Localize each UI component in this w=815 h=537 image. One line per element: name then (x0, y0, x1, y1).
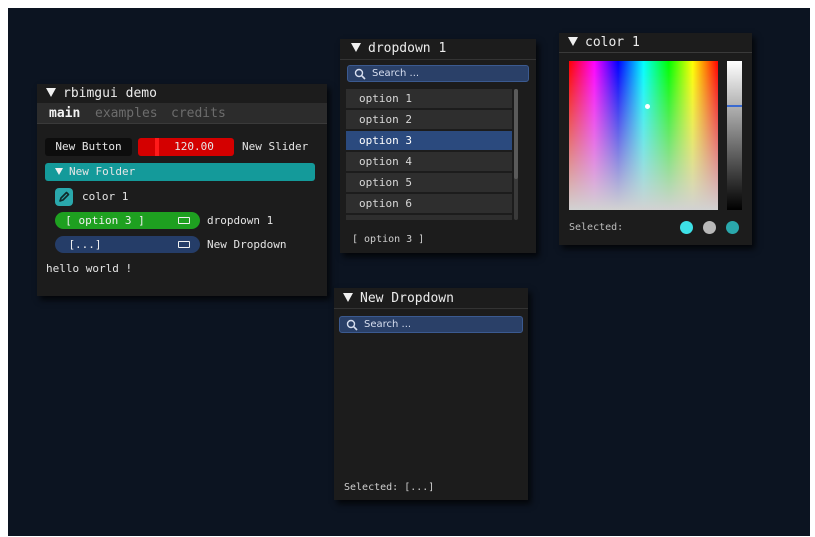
dropdown-1-option-1[interactable]: option 1 (346, 89, 512, 108)
new-dropdown-search-input[interactable]: Search ... (339, 316, 523, 333)
color-picker-button[interactable] (55, 188, 73, 206)
new-dropdown-window-titlebar[interactable]: New Dropdown (334, 288, 528, 309)
pen-icon (59, 191, 70, 202)
default-color-swatch[interactable] (703, 221, 716, 234)
folder-triangle-icon (55, 168, 63, 175)
dropdown-1-search-input[interactable]: Search ... (347, 65, 529, 82)
search-icon (346, 319, 358, 331)
new-dropdown-value: [...] (68, 238, 102, 251)
hello-text: hello world ! (46, 262, 133, 275)
collapse-triangle-icon[interactable] (568, 37, 578, 46)
new-dropdown-label: New Dropdown (207, 238, 287, 251)
dropdown-1-option-5[interactable]: option 5 (346, 173, 512, 192)
dropdown-1-label: dropdown 1 (207, 214, 274, 227)
dropdown-1-selected-footer: [ option 3 ] (352, 234, 425, 245)
new-dropdown-window-title: New Dropdown (360, 291, 454, 306)
color-picker-cursor[interactable] (645, 104, 650, 109)
dropdown-1-option-4[interactable]: option 4 (346, 152, 512, 171)
new-folder[interactable]: New Folder (45, 163, 315, 181)
new-slider[interactable]: 120.00 (138, 138, 234, 156)
dropdown-1-option-2[interactable]: option 2 (346, 110, 512, 129)
new-dropdown-window[interactable]: New Dropdown Search ... Selected: [...] (334, 288, 528, 500)
dropdown-1-option-partial[interactable] (346, 215, 512, 220)
search-placeholder: Search ... (364, 319, 412, 330)
tab-bar: main examples credits (37, 103, 327, 124)
demo-window[interactable]: rbimgui demo main examples credits New B… (37, 84, 327, 296)
demo-window-title: rbimgui demo (63, 86, 157, 101)
new-dropdown-selector[interactable]: [...] (55, 236, 200, 253)
dropdown-1-window-title: dropdown 1 (368, 41, 447, 56)
dropdown-1-option-3[interactable]: option 3 (346, 131, 512, 150)
search-icon (354, 68, 366, 80)
scrollbar-thumb[interactable] (514, 89, 518, 179)
dropdown-1-option-6[interactable]: option 6 (346, 194, 512, 213)
color-selected-label: Selected: (569, 222, 624, 233)
collapse-triangle-icon[interactable] (351, 43, 361, 52)
color-saturation-value-area[interactable] (569, 61, 718, 210)
slider-label: New Slider (242, 140, 309, 153)
dropdown-1-selector[interactable]: [ option 3 ] (55, 212, 200, 229)
tab-examples[interactable]: examples (95, 105, 158, 122)
slider-value: 120.00 (174, 140, 214, 153)
dropdown-1-scrollbar[interactable] (514, 89, 518, 220)
color-1-window[interactable]: color 1 Selected: (559, 33, 752, 245)
folder-label: New Folder (69, 165, 136, 178)
brightness-slider[interactable] (727, 61, 742, 210)
color-1-window-titlebar[interactable]: color 1 (559, 33, 752, 53)
search-placeholder: Search ... (372, 68, 420, 79)
color-1-window-title: color 1 (585, 35, 640, 50)
dropdown-1-value: [ option 3 ] (65, 214, 145, 227)
selected-color-swatch[interactable] (680, 221, 693, 234)
dropdown-toggle-icon (178, 217, 190, 224)
dropdown-1-window-titlebar[interactable]: dropdown 1 (340, 39, 536, 60)
new-dropdown-selected-footer: Selected: [...] (344, 482, 435, 493)
slider-grab-handle[interactable] (155, 138, 159, 156)
color-label: color 1 (82, 190, 129, 203)
previous-color-swatch[interactable] (726, 221, 739, 234)
tab-credits[interactable]: credits (171, 105, 226, 122)
dropdown-1-window[interactable]: dropdown 1 Search ... option 1 option 2 … (340, 39, 536, 253)
tab-main[interactable]: main (49, 105, 80, 122)
dropdown-toggle-icon (178, 241, 190, 248)
collapse-triangle-icon[interactable] (46, 88, 56, 97)
new-button[interactable]: New Button (45, 138, 132, 156)
brightness-slider-marker[interactable] (727, 105, 742, 107)
collapse-triangle-icon[interactable] (343, 293, 353, 302)
demo-window-titlebar[interactable]: rbimgui demo (37, 84, 327, 103)
